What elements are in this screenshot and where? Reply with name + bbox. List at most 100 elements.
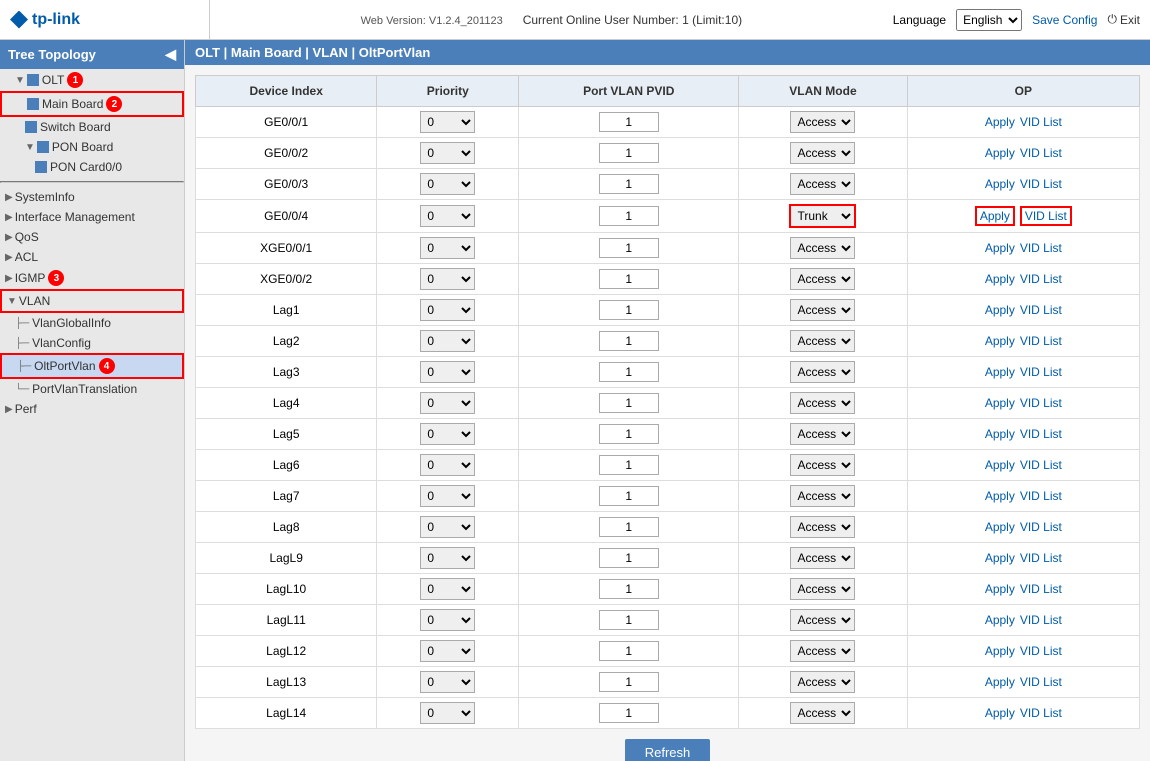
apply-link[interactable]: Apply [985,427,1015,441]
vid-list-link[interactable]: VID List [1020,458,1062,472]
vlan-mode-select[interactable]: AccessTrunkHybrid [790,268,855,290]
vid-list-link[interactable]: VID List [1020,706,1062,720]
apply-link[interactable]: Apply [985,115,1015,129]
pvid-input[interactable] [599,331,659,351]
menu-item-vlan-config[interactable]: ├─ VlanConfig [0,333,184,353]
priority-select[interactable]: 01234567 [420,485,475,507]
priority-select[interactable]: 01234567 [420,609,475,631]
priority-select[interactable]: 01234567 [420,547,475,569]
pvid-input[interactable] [599,300,659,320]
vlan-mode-select[interactable]: AccessTrunkHybrid [790,454,855,476]
pvid-input[interactable] [599,548,659,568]
menu-item-qos[interactable]: ▶ QoS [0,227,184,247]
apply-link[interactable]: Apply [985,582,1015,596]
pvid-input[interactable] [599,269,659,289]
apply-link[interactable]: Apply [985,365,1015,379]
apply-link[interactable]: Apply [985,551,1015,565]
vlan-mode-select[interactable]: AccessTrunkHybrid [789,204,856,228]
vid-list-link[interactable]: VID List [1020,272,1062,286]
apply-link[interactable]: Apply [985,334,1015,348]
vlan-mode-select[interactable]: AccessTrunkHybrid [790,392,855,414]
pvid-input[interactable] [599,393,659,413]
pvid-input[interactable] [599,206,659,226]
vid-list-link[interactable]: VID List [1020,177,1062,191]
apply-link[interactable]: Apply [985,675,1015,689]
vid-list-link[interactable]: VID List [1020,644,1062,658]
save-config-link[interactable]: Save Config [1032,13,1097,27]
pvid-input[interactable] [599,455,659,475]
sidebar-toggle-icon[interactable]: ◀ [165,46,176,63]
vlan-mode-select[interactable]: AccessTrunkHybrid [790,671,855,693]
vid-list-link[interactable]: VID List [1020,303,1062,317]
priority-select[interactable]: 01234567 [420,299,475,321]
priority-select[interactable]: 01234567 [420,205,475,227]
apply-link[interactable]: Apply [985,458,1015,472]
pvid-input[interactable] [599,579,659,599]
vid-list-link[interactable]: VID List [1020,241,1062,255]
exit-button[interactable]: ⏻ Exit [1107,12,1140,27]
sidebar-item-pon-board[interactable]: ▼ PON Board [0,137,184,157]
priority-select[interactable]: 01234567 [420,640,475,662]
vid-list-link[interactable]: VID List [1020,551,1062,565]
priority-select[interactable]: 01234567 [420,361,475,383]
vlan-mode-select[interactable]: AccessTrunkHybrid [790,485,855,507]
vlan-mode-select[interactable]: AccessTrunkHybrid [790,578,855,600]
vlan-mode-select[interactable]: AccessTrunkHybrid [790,361,855,383]
pvid-input[interactable] [599,486,659,506]
vid-list-link[interactable]: VID List [1020,334,1062,348]
vlan-mode-select[interactable]: AccessTrunkHybrid [790,111,855,133]
pvid-input[interactable] [599,672,659,692]
priority-select[interactable]: 01234567 [420,142,475,164]
apply-link[interactable]: Apply [985,396,1015,410]
vlan-mode-select[interactable]: AccessTrunkHybrid [790,299,855,321]
vid-list-link[interactable]: VID List [1020,396,1062,410]
vlan-mode-select[interactable]: AccessTrunkHybrid [790,330,855,352]
priority-select[interactable]: 01234567 [420,330,475,352]
vlan-mode-select[interactable]: AccessTrunkHybrid [790,547,855,569]
menu-item-system-info[interactable]: ▶ SystemInfo [0,187,184,207]
apply-link[interactable]: Apply [985,489,1015,503]
vlan-mode-select[interactable]: AccessTrunkHybrid [790,423,855,445]
language-select[interactable]: English [956,9,1022,31]
vid-list-link[interactable]: VID List [1020,675,1062,689]
apply-link[interactable]: Apply [985,644,1015,658]
priority-select[interactable]: 01234567 [420,173,475,195]
apply-link[interactable]: Apply [985,520,1015,534]
menu-item-vlan-global[interactable]: ├─ VlanGlobalInfo [0,313,184,333]
sidebar-item-pon-card[interactable]: PON Card0/0 [0,157,184,177]
priority-select[interactable]: 01234567 [420,237,475,259]
sidebar-item-switch-board[interactable]: Switch Board [0,117,184,137]
priority-select[interactable]: 01234567 [420,111,475,133]
sidebar-item-main-board[interactable]: Main Board 2 [0,91,184,117]
pvid-input[interactable] [599,610,659,630]
pvid-input[interactable] [599,641,659,661]
priority-select[interactable]: 01234567 [420,454,475,476]
pvid-input[interactable] [599,143,659,163]
pvid-input[interactable] [599,424,659,444]
apply-link[interactable]: Apply [975,206,1015,226]
apply-link[interactable]: Apply [985,146,1015,160]
vlan-mode-select[interactable]: AccessTrunkHybrid [790,173,855,195]
apply-link[interactable]: Apply [985,303,1015,317]
menu-item-igmp[interactable]: ▶ IGMP 3 [0,267,184,289]
priority-select[interactable]: 01234567 [420,392,475,414]
vlan-mode-select[interactable]: AccessTrunkHybrid [790,516,855,538]
vlan-mode-select[interactable]: AccessTrunkHybrid [790,609,855,631]
apply-link[interactable]: Apply [985,706,1015,720]
vid-list-link[interactable]: VID List [1020,427,1062,441]
menu-item-interface-mgmt[interactable]: ▶ Interface Management [0,207,184,227]
vid-list-link[interactable]: VID List [1020,582,1062,596]
vid-list-link[interactable]: VID List [1020,146,1062,160]
pvid-input[interactable] [599,703,659,723]
pvid-input[interactable] [599,174,659,194]
vid-list-link[interactable]: VID List [1020,520,1062,534]
sidebar-item-olt[interactable]: ▼ OLT 1 [0,69,184,91]
vlan-mode-select[interactable]: AccessTrunkHybrid [790,640,855,662]
apply-link[interactable]: Apply [985,272,1015,286]
refresh-button[interactable]: Refresh [625,739,711,761]
apply-link[interactable]: Apply [985,241,1015,255]
menu-item-port-vlan-translation[interactable]: └─ PortVlanTranslation [0,379,184,399]
priority-select[interactable]: 01234567 [420,423,475,445]
vlan-mode-select[interactable]: AccessTrunkHybrid [790,142,855,164]
menu-item-vlan[interactable]: ▼ VLAN [0,289,184,313]
